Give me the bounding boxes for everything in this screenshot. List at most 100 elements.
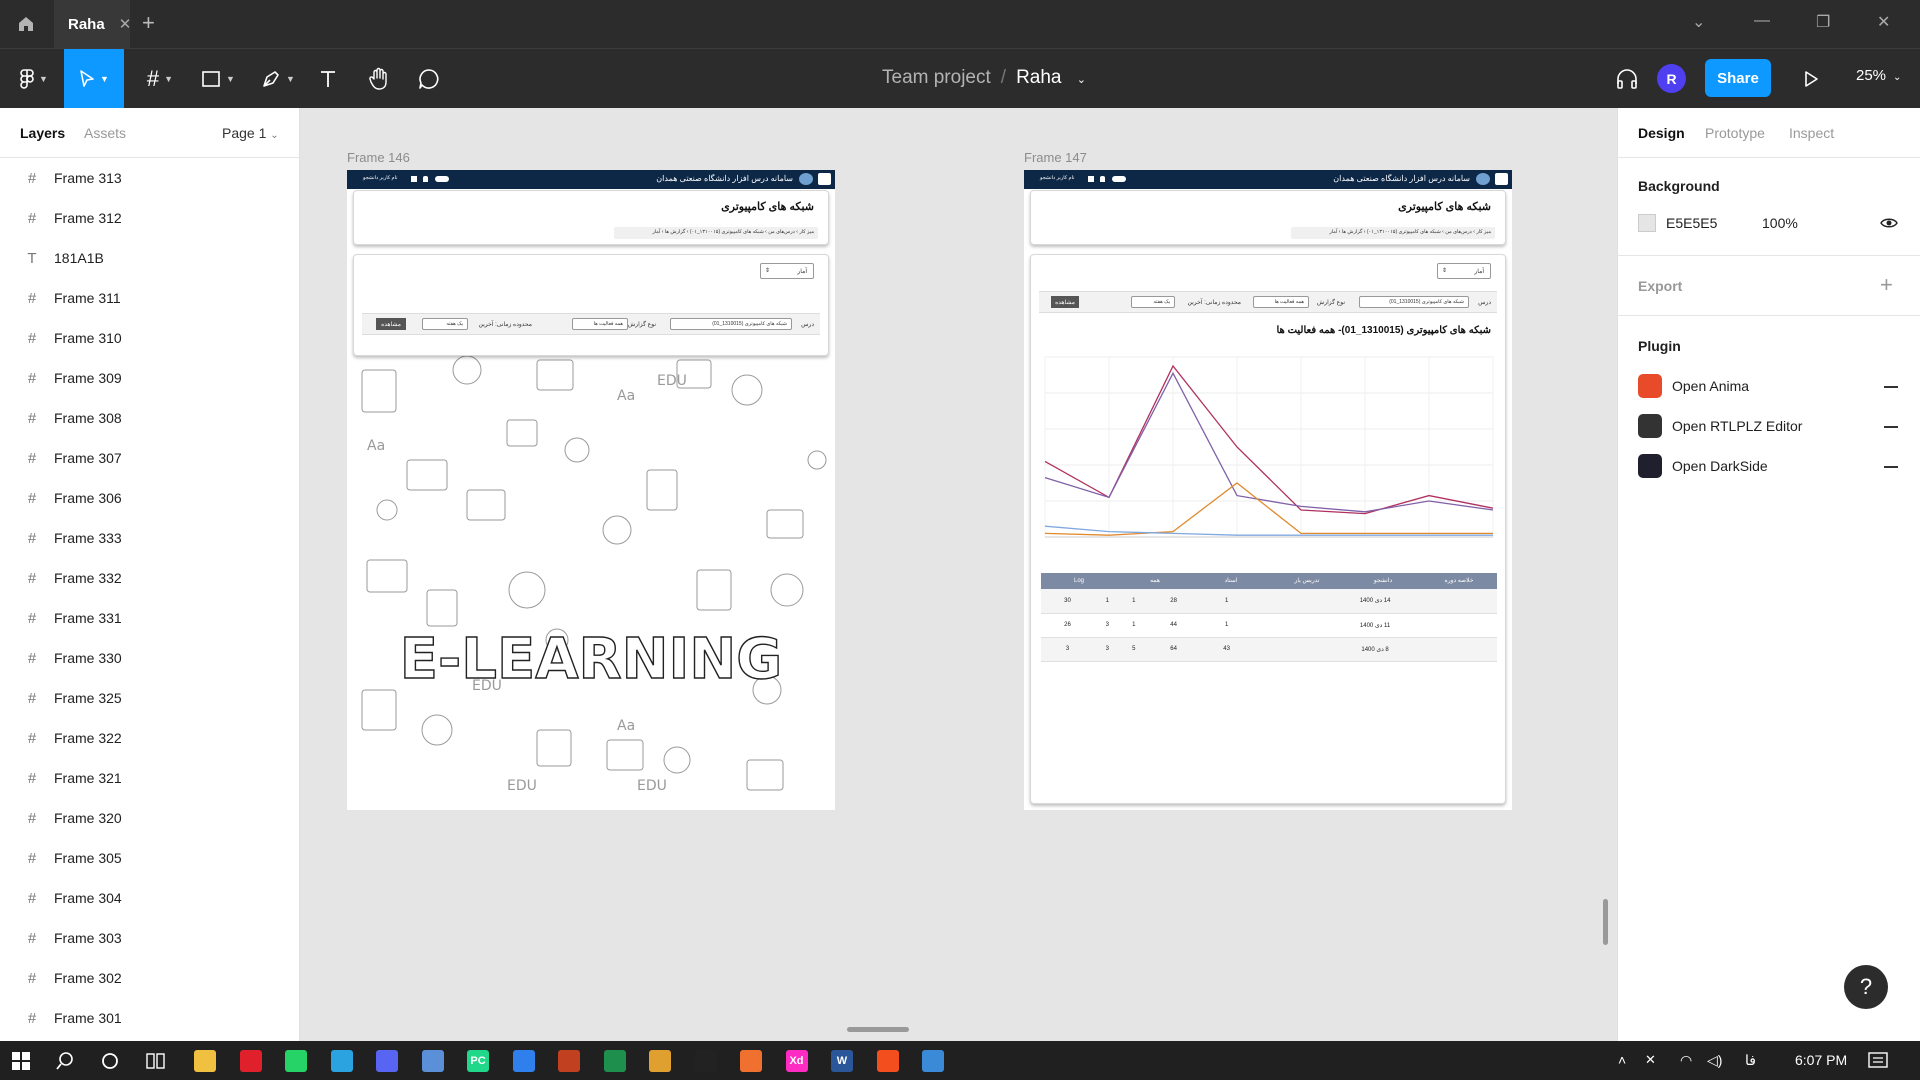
type-select[interactable]: همه فعالیت ها bbox=[1253, 296, 1309, 308]
tab-design[interactable]: Design bbox=[1638, 125, 1685, 141]
remove-plugin-icon[interactable] bbox=[1884, 386, 1898, 388]
layer-item[interactable]: # Frame 333 bbox=[0, 518, 300, 558]
close-tab-icon[interactable]: ✕ bbox=[119, 15, 132, 33]
breadcrumb[interactable]: میز کار › درس‌های من › شبکه های کامپیوتر… bbox=[1329, 229, 1491, 235]
tab-assets[interactable]: Assets bbox=[84, 125, 126, 141]
course-select[interactable]: شبکه های کامپیوتری (1310015_01) bbox=[1359, 296, 1469, 308]
project-name[interactable]: Team project bbox=[882, 67, 991, 88]
zoom-menu[interactable]: 25% ⌄ bbox=[1856, 67, 1901, 84]
tab-prototype[interactable]: Prototype bbox=[1705, 125, 1765, 141]
clock[interactable]: 6:07 PM bbox=[1795, 1052, 1847, 1068]
pycharm-icon[interactable]: PC bbox=[467, 1050, 489, 1072]
chevron-down-icon[interactable]: ⌄ bbox=[1077, 74, 1086, 86]
notifications-icon[interactable] bbox=[1868, 1052, 1888, 1070]
frame-tool[interactable]: # ▼ bbox=[138, 49, 182, 109]
cortana-icon[interactable] bbox=[101, 1052, 119, 1070]
layer-item[interactable]: # Frame 304 bbox=[0, 878, 300, 918]
canvas[interactable]: Frame 146 Aa EDU EDU Aa EDU Aa EDU E-LEA… bbox=[300, 108, 1617, 1041]
menu-icon[interactable] bbox=[1495, 173, 1508, 185]
layer-item[interactable]: # Frame 308 bbox=[0, 398, 300, 438]
chevron-down-icon[interactable]: ⌄ bbox=[1692, 12, 1705, 32]
layer-item[interactable]: T 181A1B bbox=[0, 238, 300, 278]
breadcrumb[interactable]: میز کار › درس‌های من › شبکه های کامپیوتر… bbox=[652, 229, 814, 235]
course-select[interactable]: شبکه های کامپیوتری (1310015_01) bbox=[670, 318, 792, 330]
message-icon[interactable] bbox=[411, 176, 417, 182]
layer-item[interactable]: # Frame 303 bbox=[0, 918, 300, 958]
photos-icon[interactable] bbox=[922, 1050, 944, 1072]
layer-item[interactable]: # Frame 305 bbox=[0, 838, 300, 878]
range-select[interactable]: یک هفته bbox=[1131, 296, 1175, 308]
horizontal-scrollbar[interactable] bbox=[847, 1027, 909, 1032]
shape-tool[interactable]: ▼ bbox=[196, 49, 240, 109]
layer-item[interactable]: # Frame 311 bbox=[0, 278, 300, 318]
tab-inspect[interactable]: Inspect bbox=[1789, 125, 1834, 141]
user-name[interactable]: نام کاربر دانشجو bbox=[363, 175, 398, 181]
present-button[interactable] bbox=[1796, 49, 1826, 109]
search-icon[interactable] bbox=[56, 1052, 74, 1070]
task-view-icon[interactable] bbox=[146, 1052, 166, 1070]
frame-146[interactable]: Aa EDU EDU Aa EDU Aa EDU E-LEARNING ساما… bbox=[347, 170, 835, 810]
volume-icon[interactable]: ◁) bbox=[1707, 1052, 1722, 1069]
page-select[interactable]: Page 1 ⌄ bbox=[222, 125, 279, 141]
xampp-icon[interactable] bbox=[740, 1050, 762, 1072]
user-name[interactable]: نام کاربر دانشجو bbox=[1040, 175, 1075, 181]
layer-item[interactable]: # Frame 332 bbox=[0, 558, 300, 598]
opera-icon[interactable] bbox=[239, 1050, 262, 1072]
xd-icon[interactable]: Xd bbox=[785, 1050, 808, 1072]
home-icon[interactable] bbox=[10, 10, 42, 38]
layer-item[interactable]: # Frame 331 bbox=[0, 598, 300, 638]
restore-icon[interactable]: ❐ bbox=[1816, 12, 1830, 32]
comment-tool[interactable] bbox=[414, 49, 444, 109]
word-icon[interactable]: W bbox=[831, 1050, 853, 1072]
excel-icon[interactable] bbox=[603, 1050, 626, 1072]
close-window-icon[interactable]: ✕ bbox=[1877, 12, 1890, 32]
app-icon[interactable] bbox=[649, 1050, 671, 1072]
webstorm-icon[interactable] bbox=[694, 1050, 717, 1072]
view-button[interactable]: مشاهده bbox=[376, 318, 406, 330]
telegram-icon[interactable] bbox=[330, 1050, 353, 1072]
network-icon[interactable]: ✕ bbox=[1645, 1052, 1656, 1068]
help-button[interactable]: ? bbox=[1844, 965, 1888, 1009]
breadcrumb[interactable]: Team project / Raha ⌄ bbox=[882, 67, 1086, 89]
layer-item[interactable]: # Frame 302 bbox=[0, 958, 300, 998]
windows-start-icon[interactable] bbox=[12, 1052, 30, 1070]
layer-item[interactable]: # Frame 330 bbox=[0, 638, 300, 678]
minimize-icon[interactable]: — bbox=[1754, 12, 1770, 30]
stat-select[interactable]: آمار ⇕ bbox=[760, 263, 814, 279]
layer-item[interactable]: # Frame 322 bbox=[0, 718, 300, 758]
avatar[interactable]: R bbox=[1657, 64, 1686, 93]
add-export-icon[interactable]: + bbox=[1880, 272, 1893, 298]
view-button[interactable]: مشاهده bbox=[1051, 296, 1079, 308]
wifi-icon[interactable]: ◠ bbox=[1680, 1052, 1692, 1069]
layer-item[interactable]: # Frame 312 bbox=[0, 198, 300, 238]
tray-chevron-icon[interactable]: ˄ bbox=[1618, 1052, 1626, 1068]
frame-146-label[interactable]: Frame 146 bbox=[347, 150, 410, 165]
layer-item[interactable]: # Frame 307 bbox=[0, 438, 300, 478]
remove-plugin-icon[interactable] bbox=[1884, 466, 1898, 468]
share-button[interactable]: Share bbox=[1705, 59, 1771, 97]
layer-item[interactable]: # Frame 306 bbox=[0, 478, 300, 518]
background-swatch[interactable] bbox=[1638, 214, 1656, 232]
layer-item[interactable]: # Frame 320 bbox=[0, 798, 300, 838]
type-select[interactable]: همه فعالیت ها bbox=[572, 318, 628, 330]
eye-icon[interactable] bbox=[1880, 217, 1898, 229]
frame-147[interactable]: سامانه درس افزار دانشگاه صنعتی همدان نام… bbox=[1024, 170, 1512, 810]
vertical-scrollbar[interactable] bbox=[1603, 899, 1608, 945]
menu-icon[interactable] bbox=[818, 173, 831, 185]
matlab-icon[interactable] bbox=[558, 1050, 580, 1072]
bell-icon[interactable] bbox=[1100, 176, 1105, 182]
bell-icon[interactable] bbox=[423, 176, 428, 182]
main-menu-button[interactable]: ▼ bbox=[12, 49, 56, 109]
text-tool[interactable] bbox=[316, 49, 340, 109]
file-explorer-icon[interactable] bbox=[194, 1050, 216, 1072]
tab-layers[interactable]: Layers bbox=[20, 125, 65, 141]
file-tab[interactable]: Raha ✕ bbox=[54, 0, 132, 48]
layer-item[interactable]: # Frame 301 bbox=[0, 998, 300, 1038]
toggle-icon[interactable] bbox=[1112, 176, 1126, 182]
layer-item[interactable]: # Frame 321 bbox=[0, 758, 300, 798]
pen-tool[interactable]: ▼ bbox=[256, 49, 300, 109]
figma-icon[interactable] bbox=[876, 1050, 899, 1072]
vscode-icon[interactable] bbox=[512, 1050, 535, 1072]
file-name[interactable]: Raha bbox=[1016, 67, 1061, 88]
background-hex[interactable]: E5E5E5 bbox=[1666, 215, 1717, 231]
